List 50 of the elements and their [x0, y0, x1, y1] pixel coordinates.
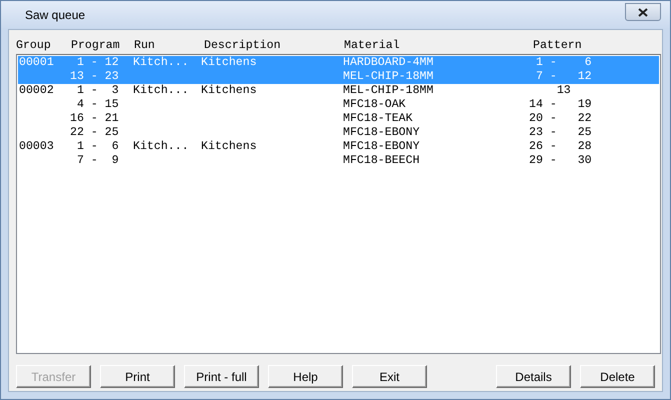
- table-cell: MFC18-TEAK: [343, 112, 413, 125]
- table-cell: 13 - 23: [70, 70, 119, 83]
- table-cell-text: 4 - 15: [76, 98, 119, 111]
- column-header: Program: [71, 39, 121, 52]
- table-cell-text: 1 - 3: [76, 84, 119, 97]
- table-cell-text: 1 - 12: [76, 56, 119, 69]
- table-cell: 29 - 30: [529, 154, 592, 167]
- table-cell-text: 1 - 6: [76, 140, 119, 153]
- table-cell: 00002: [19, 84, 54, 97]
- column-header: Material: [344, 39, 401, 52]
- table-cell: 22 - 25: [70, 126, 119, 139]
- table-cell: 14 - 19: [529, 98, 592, 111]
- table-cell: 20 - 22: [529, 112, 592, 125]
- column-header: Run: [134, 39, 156, 52]
- close-icon: [638, 8, 648, 16]
- table-cell: Kitch...: [133, 56, 189, 69]
- column-header: Description: [204, 39, 282, 52]
- table-cell: 00003: [19, 140, 54, 153]
- table-cell: MFC18-BEECH: [343, 154, 420, 167]
- table-cell: HARDBOARD-4MM: [343, 56, 434, 69]
- table-cell: 16 - 21: [70, 112, 119, 125]
- table-cell-text: 13: [556, 84, 571, 97]
- table-cell: 00001: [19, 56, 54, 69]
- table-cell: MFC18-EBONY: [343, 126, 420, 139]
- table-cell-text: 7 - 9: [76, 154, 119, 167]
- table-cell-text: 1 - 6: [534, 56, 592, 69]
- dialog-button[interactable]: Print - full: [184, 365, 259, 388]
- table-cell: Kitch...: [133, 140, 189, 153]
- window-title: Saw queue: [25, 8, 86, 22]
- table-cell: Kitchens: [201, 140, 257, 153]
- table-cell: Kitchens: [201, 56, 257, 69]
- table-cell: MEL-CHIP-18MM: [343, 70, 434, 83]
- dialog-button[interactable]: Print: [100, 365, 175, 388]
- list-row[interactable]: 00002 1 - 3 Kitch... Kitchens MEL-CHIP-18MM 13 4 - 15 MFC18-OAK 14 - 19 16 - 21 MFC18-TEAK 20 - 22 22 - 25 MFC18-EBONY 23 - 25: [18, 84, 659, 140]
- dialog-button[interactable]: Exit: [352, 365, 427, 388]
- list-row[interactable]: 00003 1 - 6 Kitch... Kitchens MFC18-EBONY 26 - 28 7 - 9 MFC18-BEECH 29 - 30: [18, 140, 659, 168]
- close-button[interactable]: [625, 3, 661, 21]
- table-cell: 26 - 28: [529, 140, 592, 153]
- dialog-button[interactable]: Help: [268, 365, 343, 388]
- dialog-button[interactable]: Delete: [580, 365, 655, 388]
- dialog-button[interactable]: Details: [496, 365, 571, 388]
- table-cell: 23 - 25: [529, 126, 592, 139]
- table-cell-text: 7 - 12: [534, 70, 592, 83]
- table-cell: Kitch...: [133, 84, 189, 97]
- table-cell: MEL-CHIP-18MM: [343, 84, 434, 97]
- column-header: Group: [16, 39, 52, 52]
- column-header: Pattern: [533, 39, 582, 52]
- table-cell: MFC18-EBONY: [343, 140, 420, 153]
- table-cell: MFC18-OAK: [343, 98, 406, 111]
- table-cell: Kitchens: [201, 84, 257, 97]
